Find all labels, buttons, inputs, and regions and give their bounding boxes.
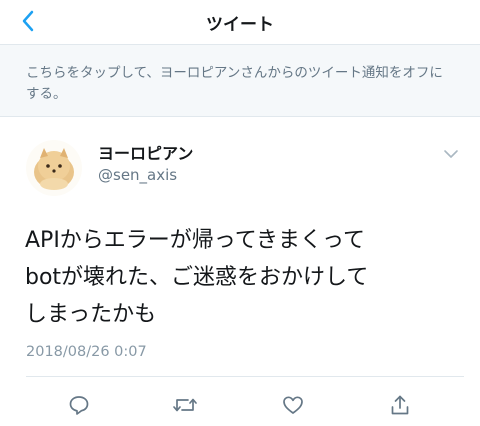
author-name[interactable]: ヨーロピアン [98,140,193,164]
retweet-icon [172,393,198,417]
share-button[interactable] [385,390,415,420]
heart-icon [281,393,305,417]
notification-banner-text: こちらをタップして、ヨーロピアンさんからのツイート通知をオフにする。 [26,65,443,102]
share-icon [388,393,412,417]
tweet-actions [0,390,480,420]
author-handle[interactable]: @sen_axis [98,166,177,184]
divider [26,376,464,377]
tweet-menu-button[interactable] [440,146,462,162]
notification-toggle-banner[interactable]: こちらをタップして、ヨーロピアンさんからのツイート通知をオフにする。 [0,45,480,117]
avatar[interactable] [26,140,82,196]
chevron-down-icon [443,149,459,159]
page-title: ツイート [206,14,274,35]
tweet-text-line: APIからエラーが帰ってきまくって [25,228,365,253]
tweet-text-line: botが壊れた、ご迷惑をおかけして [25,265,369,290]
reply-button[interactable] [64,390,94,420]
retweet-button[interactable] [170,390,200,420]
navigation-bar: ツイート [0,0,480,45]
reply-icon [67,393,91,417]
tweet-timestamp: 2018/08/26 0:07 [26,344,147,360]
tweet-text-line: しまったかも [25,302,157,327]
tweet-text: APIからエラーが帰ってきまくって botが壊れた、ご迷惑をおかけして しまった… [25,222,465,333]
like-button[interactable] [278,390,308,420]
